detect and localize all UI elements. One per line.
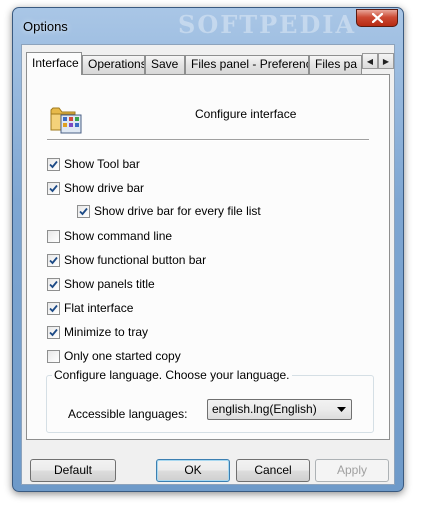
tab-scroll-left-button[interactable]: ◀ bbox=[362, 53, 378, 69]
option-show-tool-bar[interactable]: Show Tool bar bbox=[47, 156, 140, 172]
option-show-functional-button-bar[interactable]: Show functional button bar bbox=[47, 252, 206, 268]
ok-button[interactable]: OK bbox=[156, 459, 230, 482]
arrow-left-icon: ◀ bbox=[366, 56, 374, 66]
tab-scroll-right-button[interactable]: ▶ bbox=[378, 53, 394, 69]
language-select[interactable]: english.lng(English) bbox=[207, 399, 352, 420]
checkbox[interactable] bbox=[47, 157, 60, 171]
checkbox[interactable] bbox=[47, 253, 60, 267]
header-divider bbox=[47, 139, 369, 141]
watermark: SOFTPEDIA bbox=[178, 10, 357, 39]
checkbox[interactable] bbox=[47, 181, 60, 195]
checkmark-icon bbox=[49, 256, 58, 264]
option-show-drive-bar-every-list[interactable]: Show drive bar for every file list bbox=[77, 203, 261, 219]
checkmark-icon bbox=[49, 160, 58, 168]
option-label: Show panels title bbox=[64, 277, 155, 291]
chevron-down-icon bbox=[337, 407, 346, 412]
option-show-panels-title[interactable]: Show panels title bbox=[47, 276, 155, 292]
languages-label: Accessible languages: bbox=[68, 407, 188, 421]
close-icon bbox=[371, 13, 383, 23]
cancel-button[interactable]: Cancel bbox=[236, 459, 310, 482]
language-group-label: Configure language. Choose your language… bbox=[52, 368, 292, 382]
option-only-one-started-copy[interactable]: Only one started copy bbox=[47, 348, 181, 364]
option-label: Show Tool bar bbox=[64, 157, 140, 171]
checkbox[interactable] bbox=[47, 301, 60, 315]
tab-strip: Interface Operations Save Files panel - … bbox=[26, 52, 362, 75]
checkbox[interactable] bbox=[47, 277, 60, 291]
option-label: Only one started copy bbox=[64, 349, 181, 363]
option-label: Flat interface bbox=[64, 301, 134, 315]
option-flat-interface[interactable]: Flat interface bbox=[47, 300, 133, 316]
close-button[interactable] bbox=[356, 9, 398, 27]
arrow-right-icon: ▶ bbox=[382, 56, 390, 66]
checkmark-icon bbox=[49, 184, 58, 192]
option-label: Minimize to tray bbox=[64, 325, 149, 339]
window-title: Options bbox=[23, 19, 68, 34]
folder-settings-icon bbox=[50, 107, 82, 134]
header-title: Configure interface bbox=[195, 107, 297, 121]
checkmark-icon bbox=[79, 207, 88, 215]
option-show-drive-bar[interactable]: Show drive bar bbox=[47, 180, 144, 196]
tab-files-panel-more[interactable]: Files pa bbox=[309, 55, 362, 74]
checkbox[interactable] bbox=[47, 325, 60, 339]
options-window: SOFTPEDIA Options Interface Operations S… bbox=[12, 7, 404, 492]
option-label: Show functional button bar bbox=[64, 253, 207, 267]
apply-button[interactable]: Apply bbox=[315, 459, 389, 482]
option-label: Show command line bbox=[64, 229, 173, 243]
option-label: Show drive bar for every file list bbox=[94, 204, 261, 218]
option-show-command-line[interactable]: Show command line bbox=[47, 228, 172, 244]
option-minimize-to-tray[interactable]: Minimize to tray bbox=[47, 324, 148, 340]
default-button[interactable]: Default bbox=[30, 459, 116, 482]
checkbox[interactable] bbox=[47, 349, 60, 363]
option-label: Show drive bar bbox=[64, 181, 145, 195]
checkmark-icon bbox=[49, 304, 58, 312]
checkbox[interactable] bbox=[77, 204, 90, 218]
tab-save[interactable]: Save bbox=[145, 55, 185, 74]
checkmark-icon bbox=[49, 328, 58, 336]
tab-operations[interactable]: Operations bbox=[82, 55, 145, 74]
checkbox[interactable] bbox=[47, 229, 60, 243]
dialog-body: Interface Operations Save Files panel - … bbox=[21, 44, 395, 485]
tab-interface[interactable]: Interface bbox=[26, 52, 82, 75]
language-select-value: english.lng(English) bbox=[212, 402, 317, 416]
tab-files-panel-preference[interactable]: Files panel - Preference bbox=[185, 55, 309, 74]
checkmark-icon bbox=[49, 280, 58, 288]
